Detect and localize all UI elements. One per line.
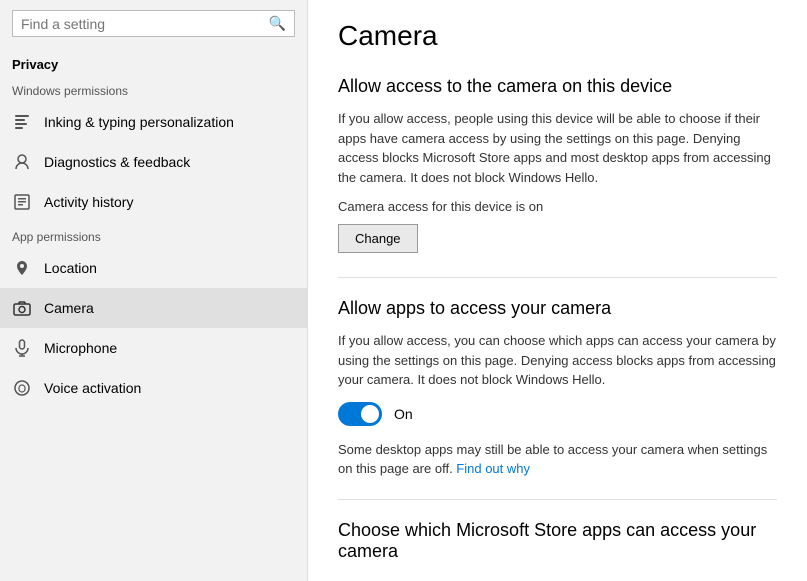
diagnostics-icon [12, 152, 32, 172]
activity-icon [12, 192, 32, 212]
section-divider [338, 277, 777, 278]
main-content: Camera Allow access to the camera on thi… [308, 0, 807, 581]
sidebar-item-label-microphone: Microphone [44, 340, 117, 356]
sidebar-item-microphone[interactable]: Microphone [0, 328, 307, 368]
sidebar-item-location[interactable]: Location [0, 248, 307, 288]
camera-icon [12, 298, 32, 318]
location-icon [12, 258, 32, 278]
choose-section-title: Choose which Microsoft Store apps can ac… [338, 520, 777, 562]
toggle-track [338, 402, 382, 426]
change-button[interactable]: Change [338, 224, 418, 253]
toggle-label: On [394, 406, 413, 422]
toggle-thumb [361, 405, 379, 423]
sidebar-item-diagnostics[interactable]: Diagnostics & feedback [0, 142, 307, 182]
device-status-text: Camera access for this device is on [338, 199, 777, 214]
search-input[interactable] [21, 16, 269, 32]
sidebar-item-activity[interactable]: Activity history [0, 182, 307, 222]
camera-toggle[interactable] [338, 402, 382, 426]
microphone-icon [12, 338, 32, 358]
search-icon: 🔍 [269, 15, 286, 32]
sidebar-item-label-voice: Voice activation [44, 380, 141, 396]
sidebar-item-inking[interactable]: Inking & typing personalization [0, 102, 307, 142]
find-out-why-link[interactable]: Find out why [456, 461, 530, 476]
inking-icon [12, 112, 32, 132]
toggle-row: On [338, 402, 777, 426]
note-text-before: Some desktop apps may still be able to a… [338, 442, 767, 477]
note-text: Some desktop apps may still be able to a… [338, 440, 777, 479]
device-section-title: Allow access to the camera on this devic… [338, 76, 777, 97]
sidebar-item-label-camera: Camera [44, 300, 94, 316]
voice-icon [12, 378, 32, 398]
windows-permissions-label: Windows permissions [0, 76, 307, 102]
section-divider-2 [338, 499, 777, 500]
sidebar-item-label-inking: Inking & typing personalization [44, 114, 234, 130]
search-box[interactable]: 🔍 [12, 10, 295, 37]
sidebar-item-label-location: Location [44, 260, 97, 276]
page-title: Camera [338, 20, 777, 52]
sidebar-item-label-diagnostics: Diagnostics & feedback [44, 154, 190, 170]
sidebar-item-label-activity: Activity history [44, 194, 133, 210]
privacy-section-label: Privacy [0, 45, 307, 76]
apps-section-title: Allow apps to access your camera [338, 298, 777, 319]
sidebar-item-voice[interactable]: Voice activation [0, 368, 307, 408]
apps-section-desc: If you allow access, you can choose whic… [338, 331, 777, 390]
sidebar: 🔍 Privacy Windows permissions Inking & t… [0, 0, 308, 581]
device-section-desc: If you allow access, people using this d… [338, 109, 777, 187]
app-permissions-label: App permissions [0, 222, 307, 248]
sidebar-item-camera[interactable]: Camera [0, 288, 307, 328]
